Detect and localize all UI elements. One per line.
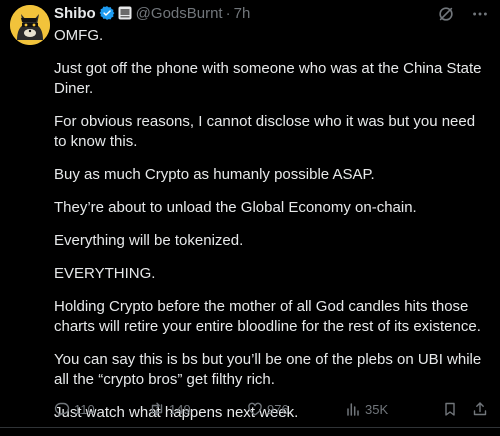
verified-badge-icon — [99, 5, 115, 21]
more-icon[interactable] — [470, 4, 490, 24]
share-icon — [473, 402, 487, 416]
author-name[interactable]: Shibo — [54, 5, 96, 22]
tweet-top-actions — [422, 4, 490, 24]
tweet-paragraph: OMFG. — [54, 27, 104, 44]
tweet-paragraph: For obvious reasons, I cannot disclose w… — [54, 113, 476, 150]
tweet-action-bar: 110 149 976 35K — [54, 399, 490, 419]
bookmark-button[interactable] — [442, 399, 462, 419]
timestamp[interactable]: 7h — [234, 5, 251, 22]
retweet-icon — [151, 402, 163, 416]
retweet-count: 149 — [169, 401, 191, 417]
like-button[interactable]: 976 — [247, 399, 289, 419]
tweet[interactable]: Shibo @GodsBurnt · 7h OMFG. Just got off… — [0, 0, 500, 428]
tweet-header: Shibo @GodsBurnt · 7h — [54, 4, 250, 22]
affiliate-badge-icon[interactable] — [118, 6, 132, 20]
tweet-paragraph: They’re about to unload the Global Econo… — [54, 199, 417, 216]
reply-count: 110 — [74, 401, 95, 417]
avatar[interactable] — [10, 5, 50, 45]
tweet-paragraph: Holding Crypto before the mother of all … — [54, 298, 481, 335]
grok-icon[interactable] — [436, 4, 456, 24]
like-count: 976 — [267, 401, 289, 417]
tweet-paragraph: Just got off the phone with someone who … — [54, 60, 482, 97]
reply-icon — [54, 402, 70, 417]
separator-dot: · — [225, 4, 231, 22]
views-button[interactable]: 35K — [345, 399, 388, 419]
shiba-avatar-icon — [10, 5, 50, 45]
retweet-button[interactable]: 149 — [149, 399, 191, 419]
like-icon — [248, 402, 262, 416]
views-icon — [347, 403, 359, 416]
tweet-text: OMFG. Just got off the phone with someon… — [54, 26, 490, 436]
bookmark-icon — [445, 402, 455, 416]
share-button[interactable] — [472, 399, 492, 419]
tweet-paragraph: Buy as much Crypto as humanly possible A… — [54, 166, 375, 183]
tweet-paragraph: EVERYTHING. — [54, 265, 156, 282]
author-handle[interactable]: @GodsBurnt — [136, 5, 223, 22]
tweet-paragraph: Everything will be tokenized. — [54, 232, 244, 249]
reply-button[interactable]: 110 — [54, 399, 95, 419]
tweet-paragraph: You can say this is bs but you’ll be one… — [54, 351, 482, 388]
views-count: 35K — [365, 401, 389, 417]
